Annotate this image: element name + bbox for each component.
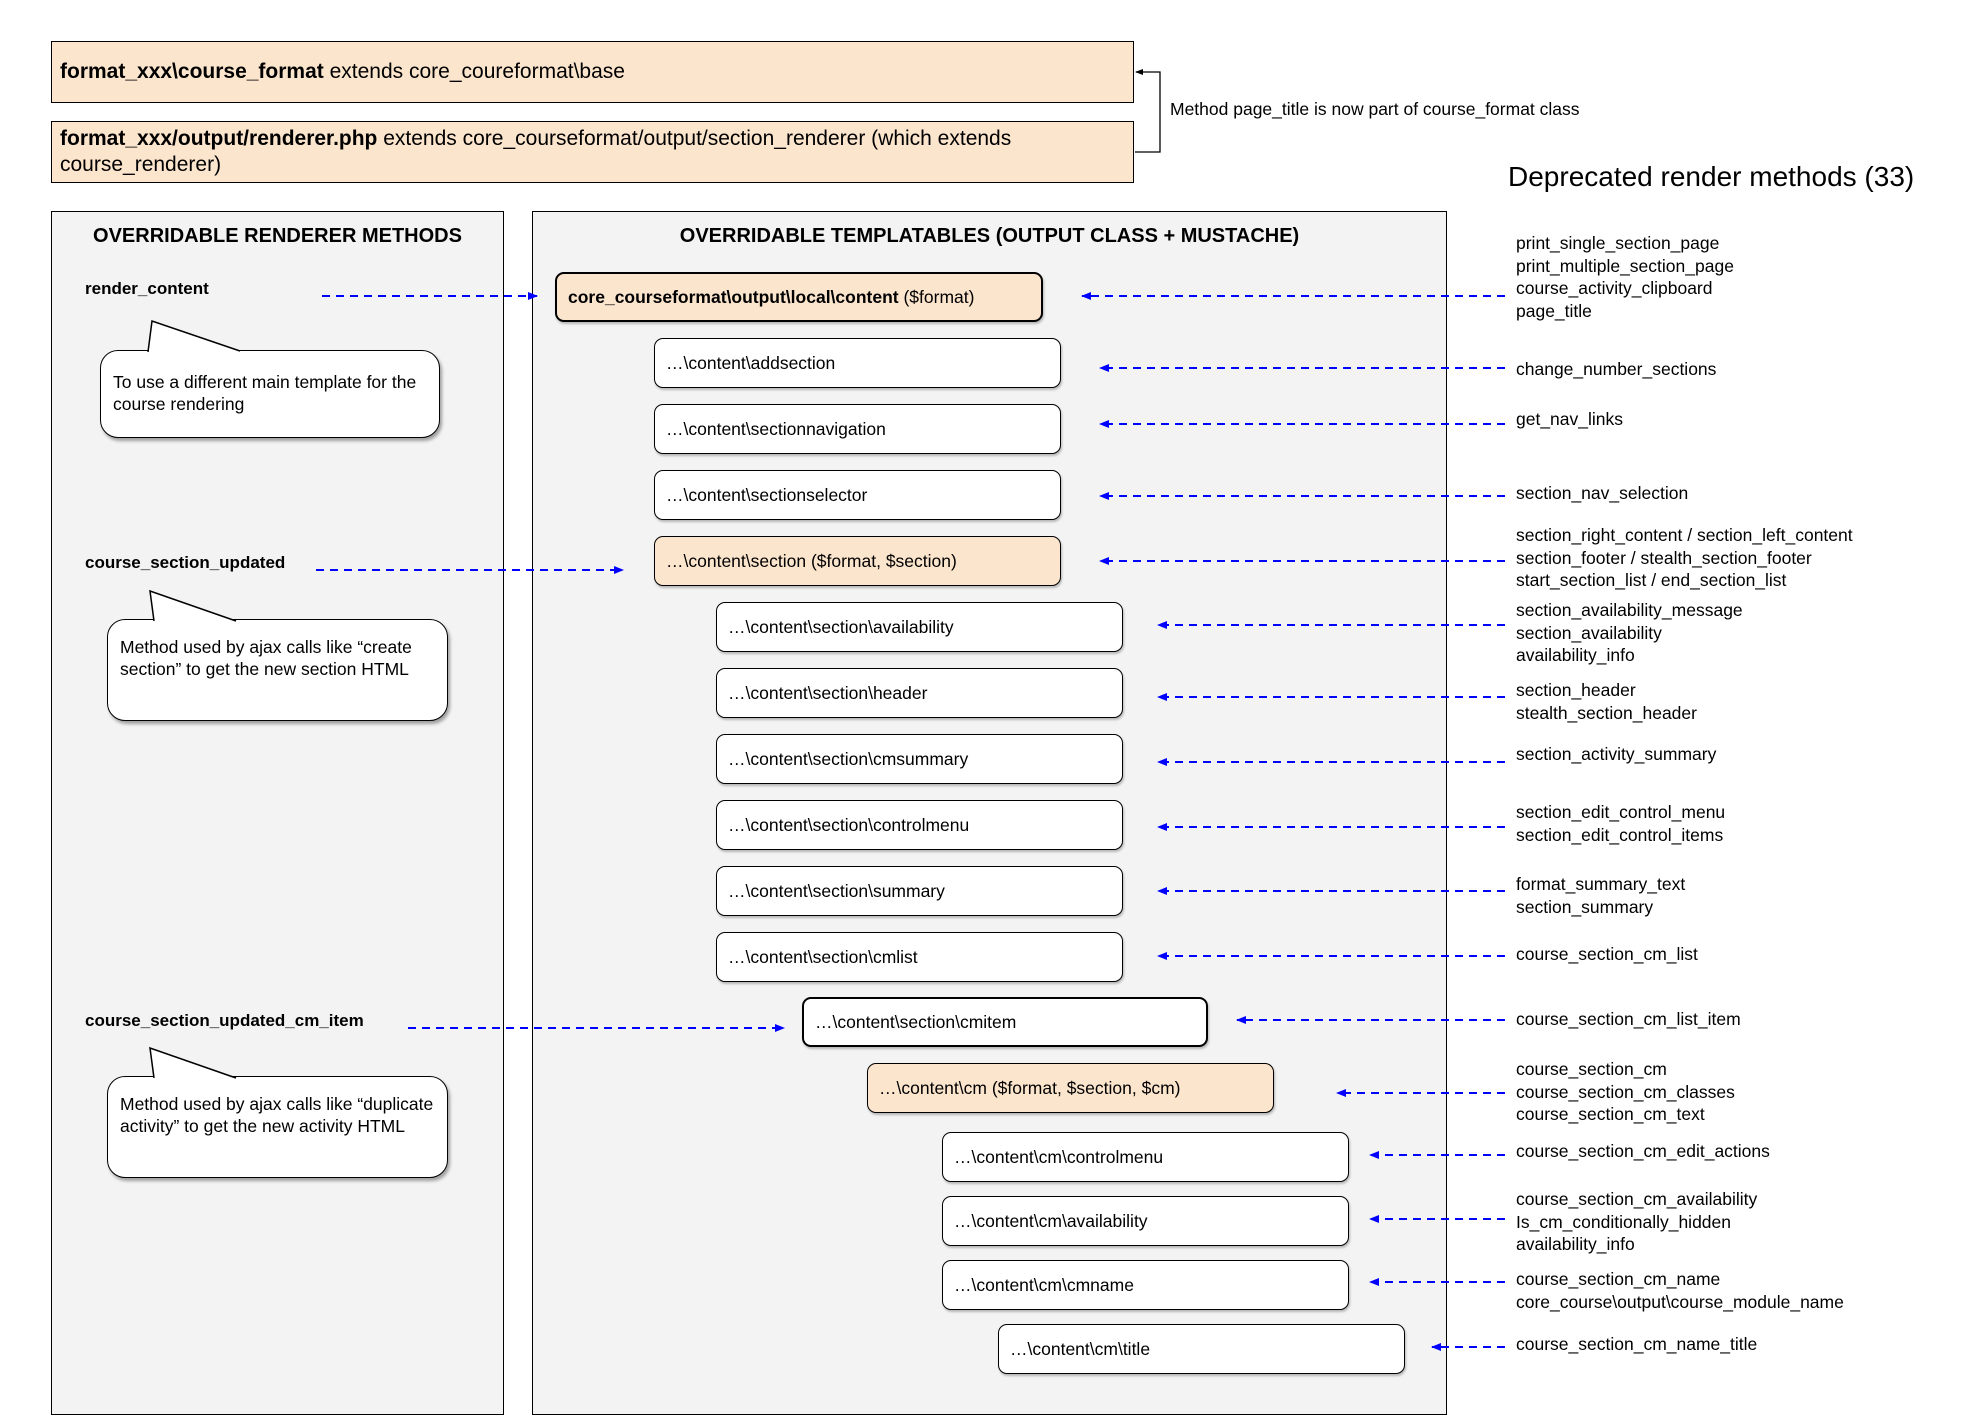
connectors-layer bbox=[147, 69, 1505, 1351]
page-title-bracket bbox=[1135, 69, 1161, 153]
callout-tails bbox=[147, 319, 241, 1079]
